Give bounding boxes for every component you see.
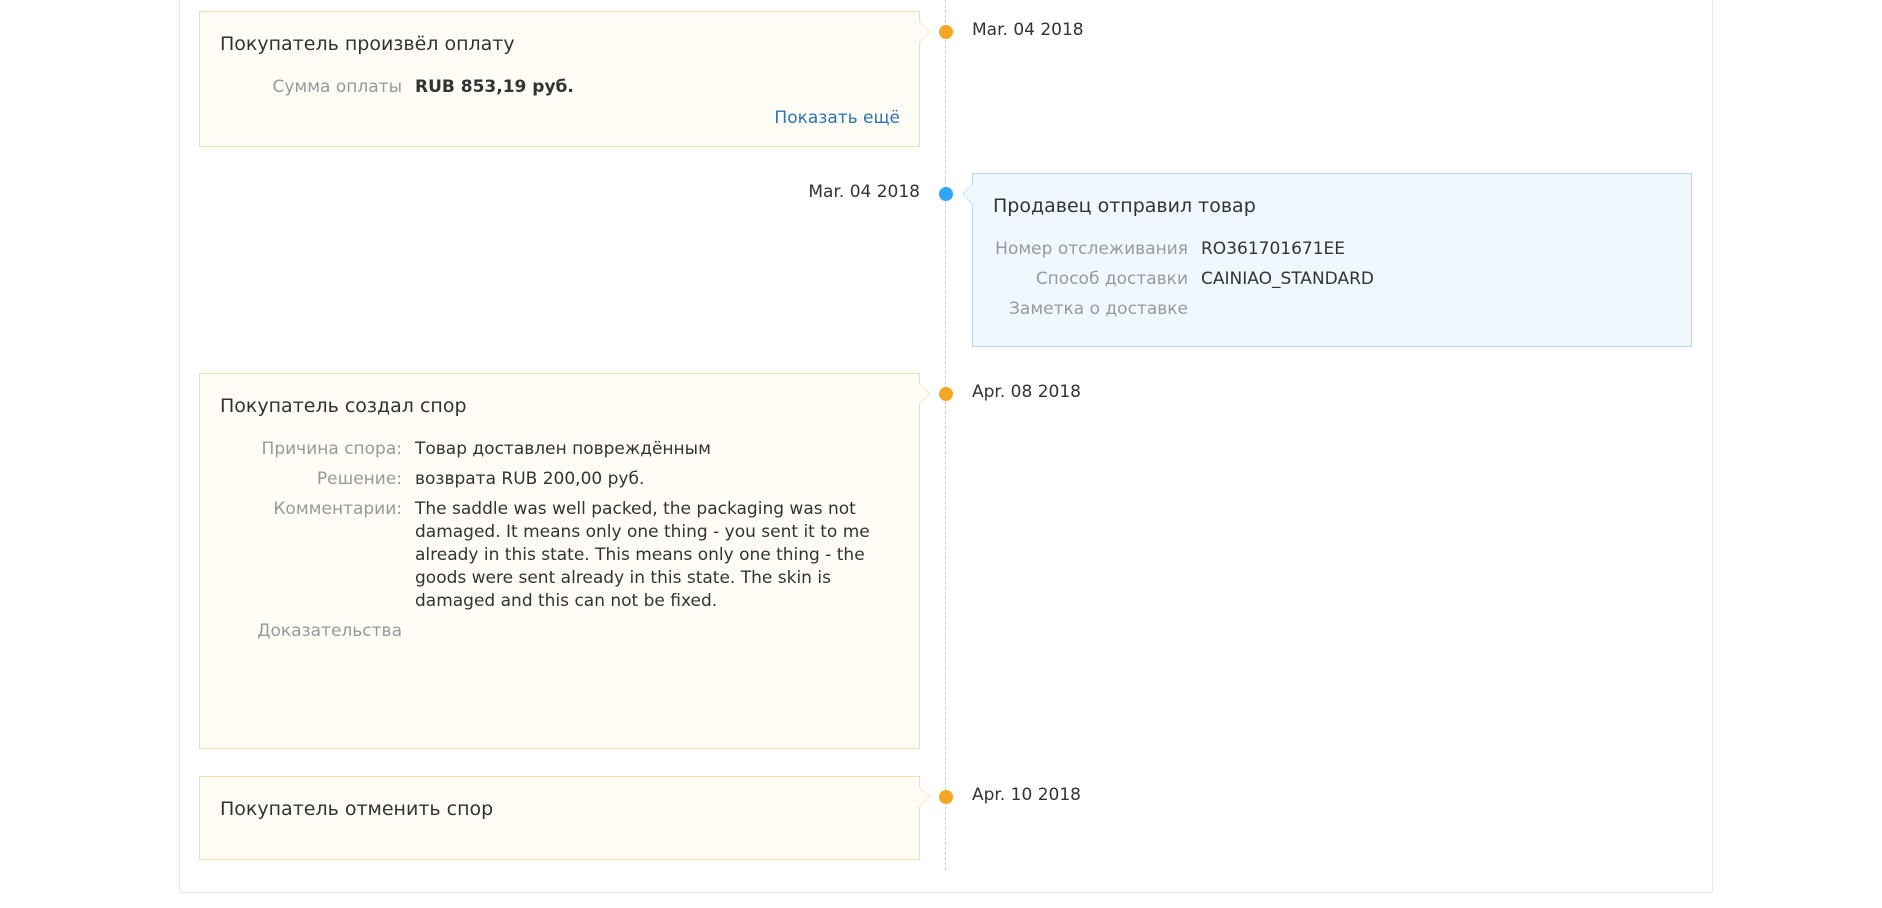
- field-row: Заметка о доставке: [993, 298, 1671, 321]
- event-title: Покупатель произвёл оплату: [220, 33, 515, 55]
- field-row: Сумма оплаты RUB 853,19 руб.: [220, 76, 899, 99]
- field-label: Способ доставки: [1035, 269, 1188, 289]
- event-date: Apr. 08 2018: [972, 382, 1081, 402]
- field-row: Номер отслеживания RO361701671EE: [993, 238, 1671, 261]
- timeline-dot: [939, 25, 953, 39]
- field-row: Решение: возврата RUB 200,00 руб.: [220, 468, 899, 491]
- field-label: Заметка о доставке: [1009, 299, 1188, 319]
- timeline-dot: [939, 790, 953, 804]
- dispute-comment: The saddle was well packed, the packagin…: [415, 499, 870, 611]
- event-card-payment: Покупатель произвёл оплату Сумма оплаты …: [199, 11, 930, 147]
- field-label: Комментарии:: [273, 499, 402, 519]
- dispute-resolution: возврата RUB 200,00 руб.: [415, 469, 645, 489]
- event-date: Apr. 10 2018: [972, 785, 1081, 805]
- show-more-link[interactable]: Показать ещё: [774, 108, 900, 128]
- field-row: Доказательства: [220, 620, 899, 643]
- field-label: Причина спора:: [261, 439, 402, 459]
- timeline-dot: [939, 387, 953, 401]
- event-title: Покупатель отменить спор: [220, 798, 494, 820]
- event-title: Продавец отправил товар: [993, 195, 1256, 217]
- event-date: Mar. 04 2018: [808, 182, 920, 202]
- field-label: Номер отслеживания: [995, 239, 1188, 259]
- field-label: Сумма оплаты: [272, 77, 402, 97]
- shipping-method: CAINIAO_STANDARD: [1201, 269, 1374, 289]
- field-row: Способ доставки CAINIAO_STANDARD: [993, 268, 1671, 291]
- field-row: Причина спора: Товар доставлен повреждён…: [220, 438, 899, 461]
- field-label: Доказательства: [257, 621, 402, 641]
- tracking-number: RO361701671EE: [1201, 239, 1346, 259]
- event-card-dispute: Покупатель создал спор Причина спора: То…: [199, 373, 930, 749]
- timeline-dot: [939, 187, 953, 201]
- event-card-dispute-cancelled: Покупатель отменить спор: [199, 776, 930, 860]
- event-date: Mar. 04 2018: [972, 20, 1084, 40]
- timeline-axis: [945, 0, 946, 870]
- dispute-reason: Товар доставлен повреждённым: [415, 439, 711, 459]
- field-row: Комментарии: The saddle was well packed,…: [220, 498, 899, 613]
- payment-amount: RUB 853,19 руб.: [415, 77, 574, 97]
- event-card-shipment: Продавец отправил товар Номер отслеживан…: [962, 173, 1692, 347]
- event-title: Покупатель создал спор: [220, 395, 467, 417]
- field-label: Решение:: [316, 469, 402, 489]
